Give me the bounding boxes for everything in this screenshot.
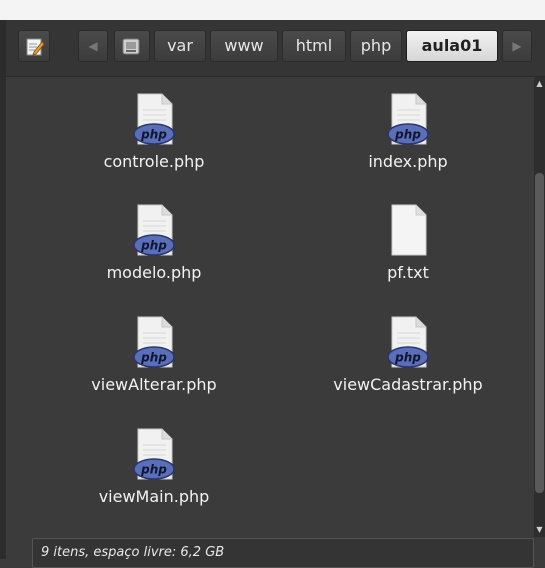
php-file-icon: php bbox=[133, 428, 175, 480]
file-grid: php controle.php php index.php php model… bbox=[6, 77, 534, 534]
file-item[interactable]: php index.php bbox=[308, 92, 508, 171]
path-segment-php[interactable]: php bbox=[350, 30, 402, 62]
svg-text:php: php bbox=[140, 239, 167, 253]
edit-location-button[interactable] bbox=[18, 30, 50, 62]
path-root-button[interactable] bbox=[114, 30, 150, 62]
php-file-icon: php bbox=[387, 93, 429, 145]
file-name: modelo.php bbox=[106, 263, 202, 282]
file-item[interactable]: pf.txt bbox=[308, 203, 508, 282]
path-segment-www[interactable]: www bbox=[210, 30, 278, 62]
svg-text:php: php bbox=[140, 463, 167, 477]
file-manager-window: ◀ var www html php aula01 ▶ php controle… bbox=[6, 20, 545, 568]
status-bar: 9 itens, espaço livre: 6,2 GB bbox=[32, 538, 534, 568]
path-scroll-right-button[interactable]: ▶ bbox=[502, 30, 532, 62]
file-name: index.php bbox=[368, 152, 448, 171]
vertical-scrollbar[interactable]: ▲ ▼ bbox=[534, 77, 545, 537]
file-name: viewMain.php bbox=[98, 487, 210, 506]
file-item[interactable]: php viewAlterar.php bbox=[54, 315, 254, 394]
svg-text:php: php bbox=[394, 128, 421, 142]
file-name: viewAlterar.php bbox=[91, 375, 217, 394]
status-text: 9 itens, espaço livre: 6,2 GB bbox=[41, 545, 225, 560]
php-file-icon: php bbox=[133, 316, 175, 368]
text-file-icon bbox=[391, 204, 427, 256]
chevron-left-icon: ◀ bbox=[88, 39, 98, 53]
path-segment-var[interactable]: var bbox=[154, 30, 206, 62]
file-name: viewCadastrar.php bbox=[333, 375, 483, 394]
file-name: controle.php bbox=[103, 152, 205, 171]
svg-text:php: php bbox=[140, 351, 167, 365]
scroll-up-arrow-icon[interactable]: ▲ bbox=[534, 77, 545, 91]
chevron-right-icon: ▶ bbox=[512, 39, 522, 53]
svg-text:php: php bbox=[140, 128, 167, 142]
file-item[interactable]: php viewCadastrar.php bbox=[308, 315, 508, 394]
path-scroll-left-button[interactable]: ◀ bbox=[78, 30, 108, 62]
svg-text:php: php bbox=[394, 351, 421, 365]
scroll-down-arrow-icon[interactable]: ▼ bbox=[534, 523, 545, 537]
file-item[interactable]: php modelo.php bbox=[54, 203, 254, 282]
path-bar: ◀ var www html php aula01 ▶ bbox=[6, 20, 545, 77]
file-item[interactable]: php viewMain.php bbox=[54, 427, 254, 506]
edit-icon bbox=[26, 38, 45, 56]
file-name: pf.txt bbox=[387, 263, 429, 282]
path-segment-aula01[interactable]: aula01 bbox=[406, 30, 498, 62]
scrollbar-thumb[interactable] bbox=[535, 173, 544, 493]
top-strip bbox=[0, 0, 545, 20]
path-segment-html[interactable]: html bbox=[282, 30, 346, 62]
php-file-icon: php bbox=[133, 204, 175, 256]
php-file-icon: php bbox=[133, 93, 175, 145]
php-file-icon: php bbox=[387, 316, 429, 368]
drive-icon bbox=[122, 38, 140, 55]
file-item[interactable]: php controle.php bbox=[54, 92, 254, 171]
